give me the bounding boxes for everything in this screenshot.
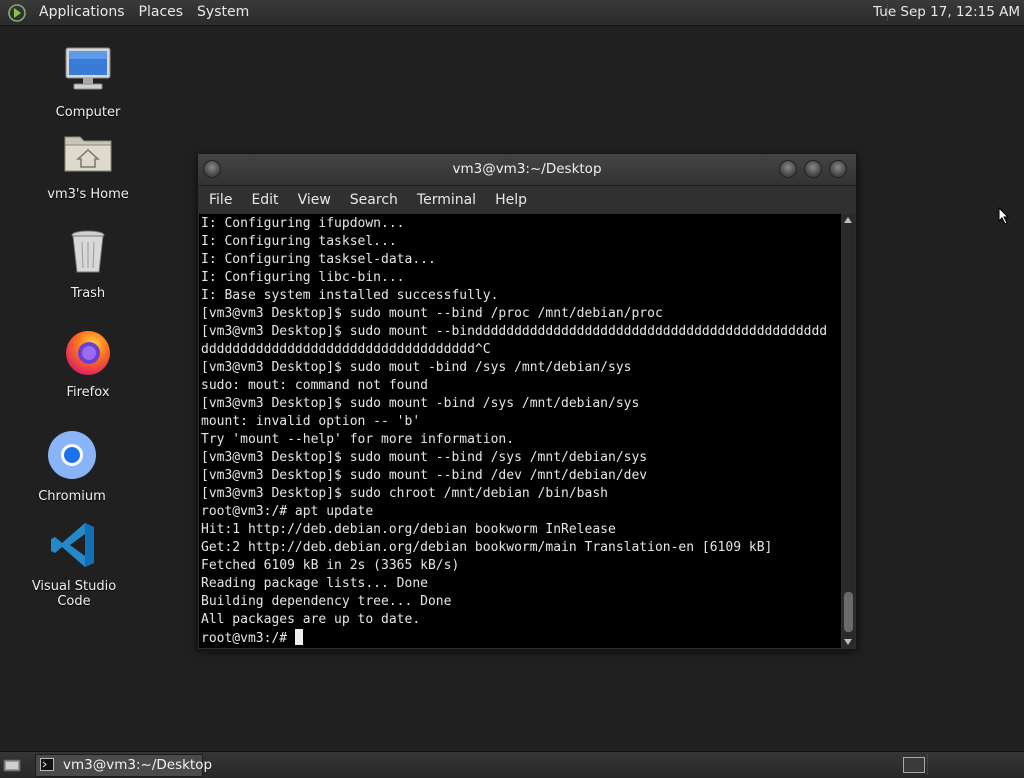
window-titlebar[interactable]: vm3@vm3:~/Desktop	[198, 154, 856, 186]
menu-file[interactable]: File	[201, 192, 240, 208]
top-menu: Applications Places System	[0, 0, 256, 25]
chromium-icon	[48, 431, 96, 479]
terminal-icon	[40, 758, 54, 771]
menu-terminal[interactable]: Terminal	[409, 192, 484, 208]
terminal-menubar: File Edit View Search Terminal Help	[198, 186, 856, 213]
system-menu[interactable]: System	[190, 0, 256, 25]
desktop-icon-label: Chromium	[38, 489, 106, 504]
desktop-icon-label: Trash	[70, 286, 106, 301]
mouse-pointer-icon	[998, 207, 1010, 225]
terminal-line: [vm3@vm3 Desktop]$ sudo mount -bind /sys…	[201, 396, 640, 411]
terminal-text: I: Configuring ifupdown... I: Configurin…	[199, 214, 841, 648]
applications-menu[interactable]: Applications	[32, 0, 132, 25]
maximize-button[interactable]	[804, 160, 822, 178]
terminal-line: Hit:1 http://deb.debian.org/debian bookw…	[201, 522, 616, 537]
terminal-line: Try 'mount --help' for more information.	[201, 432, 515, 447]
scroll-down-arrow-icon[interactable]	[844, 639, 852, 645]
firefox-icon	[66, 331, 110, 375]
workspace-2[interactable]	[927, 754, 1018, 775]
desktop-icon-label: vm3's Home	[47, 187, 129, 202]
desktop-icon-label: Firefox	[66, 385, 110, 400]
terminal-window[interactable]: vm3@vm3:~/Desktop File Edit View Search …	[197, 153, 857, 650]
terminal-line: Get:2 http://deb.debian.org/debian bookw…	[201, 540, 773, 555]
terminal-scrollbar[interactable]	[842, 214, 855, 648]
terminal-line: [vm3@vm3 Desktop]$ sudo mount --bind /de…	[201, 468, 648, 483]
terminal-line: All packages are up to date.	[201, 612, 421, 627]
terminal-line: [vm3@vm3 Desktop]$ sudo mount --bind /sy…	[201, 450, 648, 465]
window-title: vm3@vm3:~/Desktop	[452, 161, 602, 177]
taskbar-label: vm3@vm3:~/Desktop	[63, 757, 213, 773]
taskbar-terminal-button[interactable]: vm3@vm3:~/Desktop	[35, 754, 212, 777]
desktop-icon-home[interactable]: vm3's Home	[33, 127, 143, 202]
terminal-line: [vm3@vm3 Desktop]$ sudo chroot /mnt/debi…	[201, 486, 608, 501]
terminal-line: I: Configuring ifupdown...	[201, 216, 405, 231]
terminal-output[interactable]: I: Configuring ifupdown... I: Configurin…	[199, 214, 841, 648]
scrollbar-thumb[interactable]	[844, 592, 853, 632]
desktop-icon-chromium[interactable]: Chromium	[17, 429, 127, 504]
desktop-icon-label: Computer	[55, 105, 121, 120]
desktop-icon-label: Visual Studio Code	[31, 579, 117, 609]
desktop-icon-computer[interactable]: Computer	[33, 45, 143, 120]
terminal-line: I: Configuring tasksel-data...	[201, 252, 436, 267]
vscode-icon	[51, 523, 94, 567]
scroll-up-arrow-icon[interactable]	[844, 217, 852, 223]
terminal-line: mount: invalid option -- 'b'	[201, 414, 421, 429]
menu-view[interactable]: View	[290, 192, 339, 208]
terminal-line: [vm3@vm3 Desktop]$ sudo mount --bind /pr…	[201, 306, 663, 321]
terminal-line: I: Base system installed successfully.	[201, 288, 499, 303]
terminal-line: Building dependency tree... Done	[201, 594, 452, 609]
close-button[interactable]	[829, 160, 847, 178]
terminal-line: sudo: mout: command not found	[201, 378, 428, 393]
desktop-icon-vscode[interactable]: Visual Studio Code	[19, 519, 129, 609]
bottom-panel: vm3@vm3:~/Desktop	[0, 751, 1024, 778]
terminal-line: I: Configuring libc-bin...	[201, 270, 405, 285]
terminal-line: I: Configuring tasksel...	[201, 234, 397, 249]
places-menu[interactable]: Places	[132, 0, 191, 25]
desktop-icon-trash[interactable]: Trash	[33, 226, 143, 301]
menu-edit[interactable]: Edit	[243, 192, 286, 208]
terminal-line: Fetched 6109 kB in 2s (3365 kB/s)	[201, 558, 460, 573]
top-panel: Applications Places System Tue Sep 17, 1…	[0, 0, 1024, 26]
trash-icon	[71, 230, 105, 273]
menu-help[interactable]: Help	[487, 192, 535, 208]
terminal-line: [vm3@vm3 Desktop]$ sudo mount --binddddd…	[201, 324, 828, 339]
terminal-line: root@vm3:/# apt update	[201, 504, 374, 519]
minimize-button[interactable]	[779, 160, 797, 178]
menu-search[interactable]: Search	[342, 192, 406, 208]
terminal-line: [vm3@vm3 Desktop]$ sudo mout -bind /sys …	[201, 360, 632, 375]
terminal-line: ddddddddddddddddddddddddddddddddddd^C	[201, 342, 491, 357]
terminal-line: Reading package lists... Done	[201, 576, 428, 591]
home-folder-icon	[64, 136, 112, 172]
desktop-icon-firefox[interactable]: Firefox	[33, 325, 143, 400]
computer-icon	[65, 47, 111, 90]
mate-logo-icon[interactable]	[8, 3, 26, 22]
show-desktop-icon[interactable]	[2, 755, 22, 775]
terminal-lines: I: Configuring ifupdown... I: Configurin…	[201, 216, 827, 627]
clock[interactable]: Tue Sep 17, 12:15 AM	[873, 0, 1020, 25]
workspace-1[interactable]	[903, 757, 925, 773]
terminal-prompt: root@vm3:/#	[201, 631, 295, 646]
terminal-cursor	[294, 629, 303, 645]
